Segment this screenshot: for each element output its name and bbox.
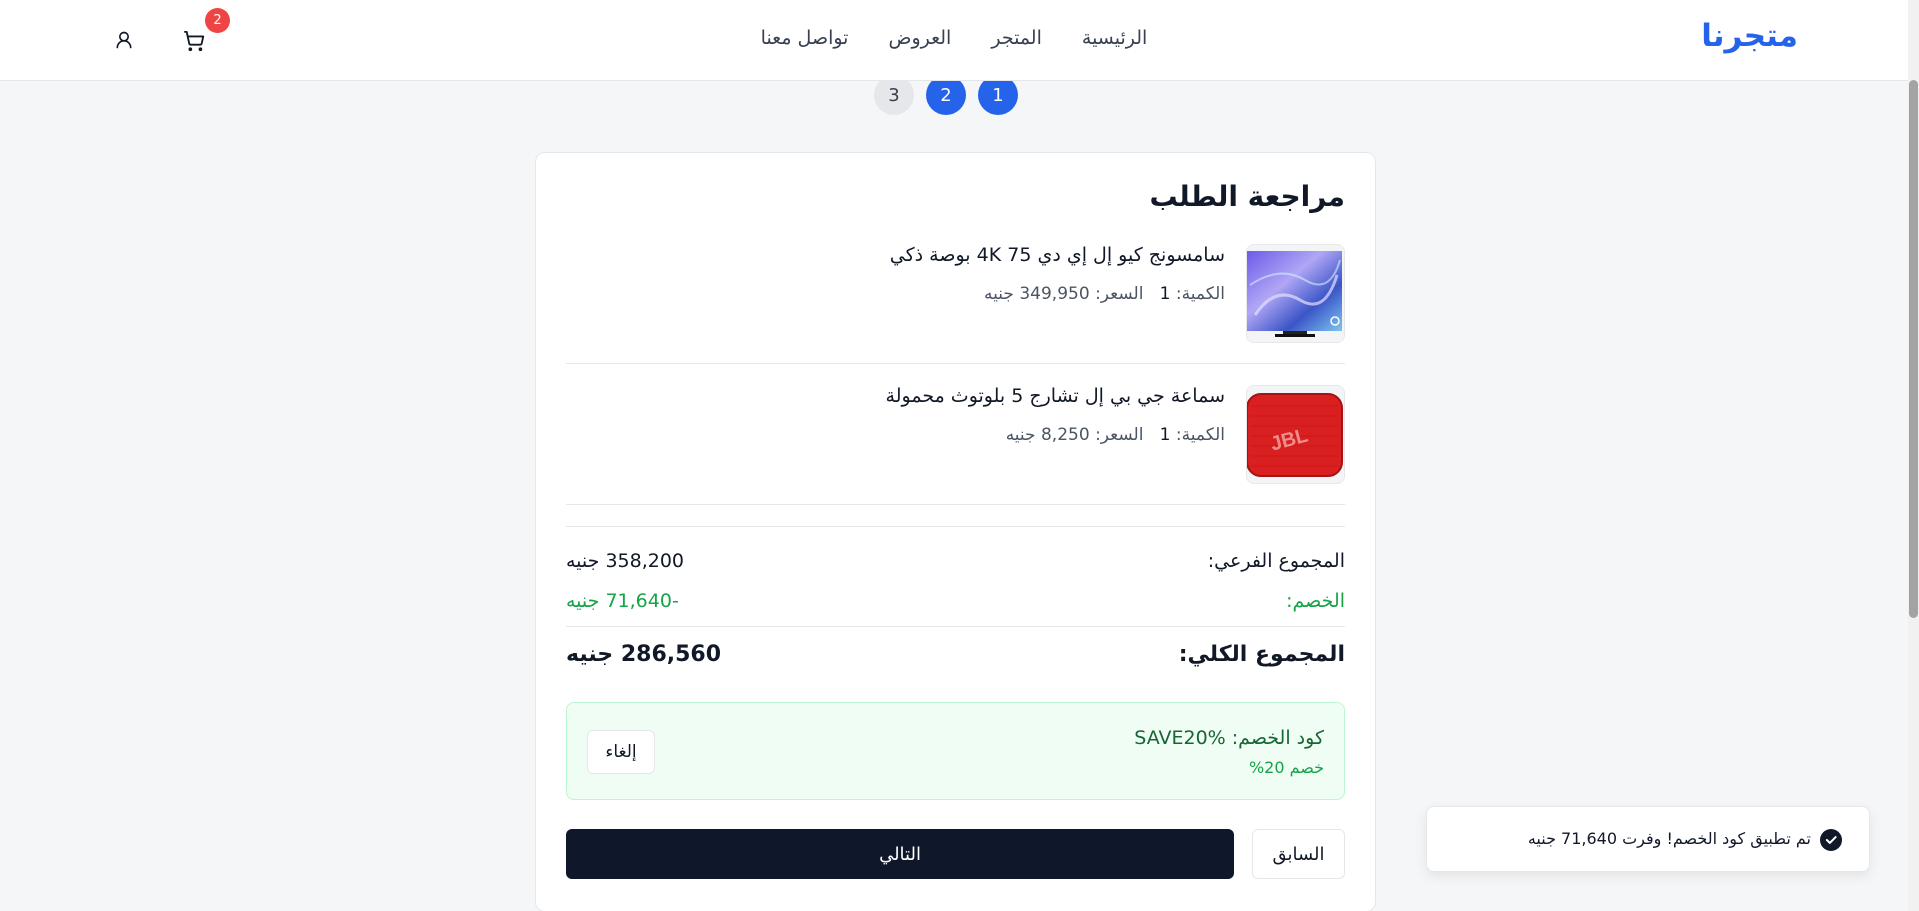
previous-button[interactable]: السابق (1252, 829, 1345, 879)
nav-contact[interactable]: تواصل معنا (761, 27, 849, 49)
promo-code-box: كود الخصم: SAVE20% خصم 20% إلغاء (566, 702, 1345, 800)
qty-label: الكمية: (1175, 425, 1225, 445)
nav-shop[interactable]: المتجر (991, 27, 1042, 49)
step-3[interactable]: 3 (874, 75, 914, 115)
toast-notification: تم تطبيق كود الخصم! وفرت 71,640 جنيه (1426, 806, 1870, 872)
nav-home[interactable]: الرئيسية (1082, 27, 1147, 49)
discount-row: الخصم: -71,640 جنيه (566, 590, 1345, 612)
subtotal-row: المجموع الفرعي: 358,200 جنيه (566, 550, 1345, 572)
item-name[interactable]: سماعة جي بي إل تشارج 5 بلوتوث محمولة (886, 385, 1225, 407)
page-title: مراجعة الطلب (1149, 180, 1345, 213)
next-button[interactable]: التالي (566, 829, 1234, 879)
order-item: JBL سماعة جي بي إل تشارج 5 بلوتوث محمولة… (566, 385, 1345, 505)
cart-icon[interactable] (183, 30, 205, 52)
qty-value: 1 (1159, 284, 1171, 304)
subtotal-value: 358,200 جنيه (566, 550, 685, 572)
scrollbar[interactable] (1908, 0, 1919, 911)
checkout-steps: 3 2 1 (874, 75, 1018, 115)
qty-label: الكمية: (1175, 284, 1225, 304)
item-name[interactable]: سامسونج كيو إل إي دي 75 4K بوصة ذكي (890, 244, 1225, 266)
price-value: 349,950 جنيه (984, 284, 1090, 304)
step-1[interactable]: 1 (978, 75, 1018, 115)
total-label: المجموع الكلي: (1178, 642, 1345, 667)
discount-value: -71,640 جنيه (566, 590, 679, 612)
qty-value: 1 (1159, 425, 1171, 445)
check-circle-icon (1820, 829, 1842, 851)
tv-image (1246, 244, 1345, 343)
price-label: السعر: (1095, 425, 1144, 445)
divider (566, 626, 1345, 627)
site-header: متجرنا الرئيسية المتجر العروض تواصل معنا… (0, 0, 1908, 81)
item-meta: الكمية: 1 السعر: 349,950 جنيه (984, 284, 1225, 304)
main-nav: الرئيسية المتجر العروض تواصل معنا (0, 27, 1908, 49)
discount-label: الخصم: (1286, 590, 1345, 612)
price-value: 8,250 جنيه (1005, 425, 1090, 445)
nav-offers[interactable]: العروض (888, 27, 951, 49)
item-meta: الكمية: 1 السعر: 8,250 جنيه (1006, 425, 1225, 445)
toast-message: تم تطبيق كود الخصم! وفرت 71,640 جنيه (1527, 829, 1811, 848)
cart-count-badge: 2 (205, 8, 230, 33)
promo-code-text: كود الخصم: SAVE20% (1134, 727, 1324, 749)
divider (566, 526, 1345, 527)
price-label: السعر: (1095, 284, 1144, 304)
order-review-card: مراجعة الطلب سامسونج كيو إل إي دي 75 4K … (535, 152, 1376, 911)
step-2[interactable]: 2 (926, 75, 966, 115)
order-item: سامسونج كيو إل إي دي 75 4K بوصة ذكي الكم… (566, 244, 1345, 364)
speaker-image: JBL (1246, 385, 1345, 484)
total-value: 286,560 جنيه (566, 642, 722, 667)
cancel-promo-button[interactable]: إلغاء (587, 730, 655, 774)
total-row: المجموع الكلي: 286,560 جنيه (566, 642, 1345, 667)
promo-discount-text: خصم 20% (1248, 758, 1324, 777)
subtotal-label: المجموع الفرعي: (1207, 550, 1345, 572)
scrollbar-thumb[interactable] (1909, 80, 1918, 618)
user-icon[interactable] (114, 30, 134, 50)
